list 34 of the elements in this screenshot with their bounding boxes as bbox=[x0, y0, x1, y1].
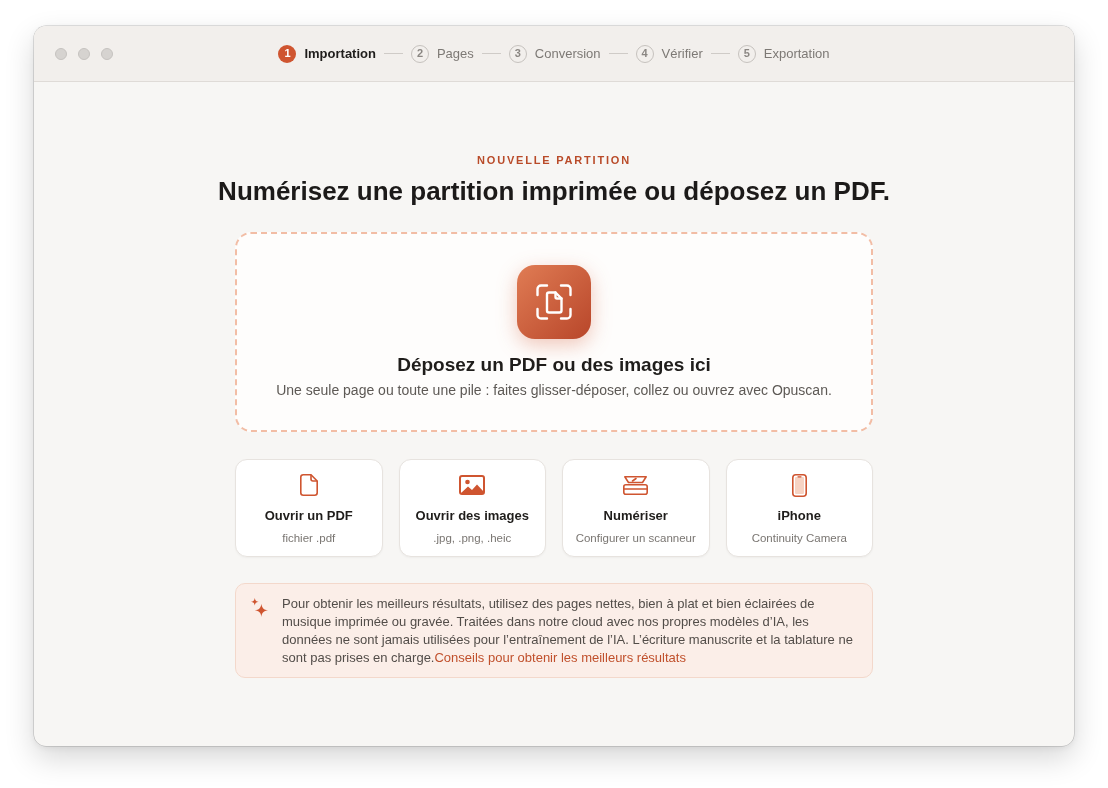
drop-zone-hint: Une seule page ou toute une pile : faites glisser-déposer, collez ou ouvrez avec Opuscan. bbox=[276, 381, 832, 399]
card-subtitle: Continuity Camera bbox=[751, 531, 847, 545]
drop-zone-title: Déposez un PDF ou des images ici bbox=[397, 353, 711, 377]
step-label: Vérifier bbox=[661, 45, 703, 62]
image-icon bbox=[459, 475, 486, 495]
scanner-icon bbox=[623, 475, 649, 495]
card-title: Ouvrir un PDF bbox=[264, 507, 353, 524]
card-title: iPhone bbox=[777, 507, 821, 524]
card-title: Numériser bbox=[603, 507, 668, 524]
step-label: Pages bbox=[436, 45, 474, 62]
step-number: 1 bbox=[278, 44, 297, 63]
window-close-button[interactable] bbox=[55, 47, 67, 60]
tips-link[interactable]: Conseils pour obtenir les meilleurs résultats bbox=[434, 650, 686, 665]
page-heading: Numérisez une partition imprimée ou déposez un PDF. bbox=[218, 175, 890, 207]
window-minimize-button[interactable] bbox=[78, 47, 90, 60]
card-subtitle: Configurer un scanneur bbox=[575, 531, 696, 545]
card-subtitle: .jpg, .png, .heic bbox=[433, 531, 512, 545]
card-title: Ouvrir des images bbox=[415, 507, 529, 524]
import-option-card[interactable]: Ouvrir un PDF fichier .pdf bbox=[235, 459, 383, 557]
info-text: Pour obtenir les meilleurs résultats, utilisez des pages nettes, bien à plat et bien éclairées de musique imprimée ou gravée. Traitées dans notre cloud avec nos propres modèles d’IA, les données ne sont jamais utilisées pour l’entraînement de l’IA. L’écriture manuscrite et la tablature ne sont pas prises en charge.Conseils pour obtenir les meilleurs résultats bbox=[282, 595, 854, 667]
import-option-card[interactable]: Numériser Configurer un scanneur bbox=[562, 459, 710, 557]
import-option-card[interactable]: Ouvrir des images .jpg, .png, .heic bbox=[398, 459, 546, 557]
sparkle-icon bbox=[251, 598, 268, 617]
step-label: Conversion bbox=[534, 45, 601, 62]
step-label: Importation bbox=[304, 45, 376, 62]
import-option-card[interactable]: iPhone Continuity Camera bbox=[725, 459, 873, 557]
card-subtitle: fichier .pdf bbox=[282, 531, 336, 545]
step-label: Exportation bbox=[763, 45, 830, 62]
section-label: NOUVELLE PARTITION bbox=[477, 153, 631, 167]
document-scan-icon bbox=[517, 265, 591, 339]
window-zoom-button[interactable] bbox=[101, 47, 113, 60]
drop-zone[interactable]: Déposez un PDF ou des images ici Une seule page ou toute une pile : faites glisser-déposer, collez ou ouvrez avec Opuscan. bbox=[235, 232, 873, 432]
document-icon bbox=[299, 474, 318, 496]
phone-icon bbox=[791, 473, 807, 497]
